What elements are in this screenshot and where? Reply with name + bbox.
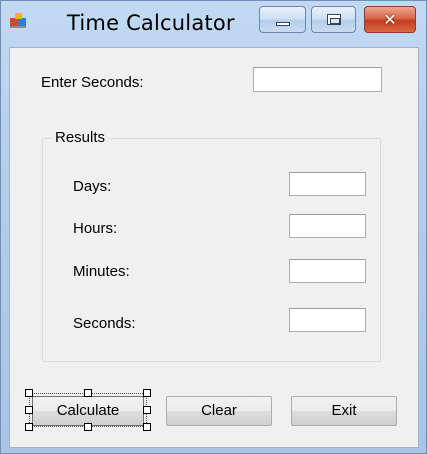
- enter-seconds-input[interactable]: [253, 67, 382, 92]
- calculate-button[interactable]: Calculate: [32, 396, 144, 426]
- close-icon: ✕: [383, 10, 397, 29]
- hours-output[interactable]: [289, 214, 366, 238]
- resize-handle[interactable]: [143, 406, 151, 414]
- hours-label: Hours:: [73, 220, 118, 237]
- resize-handle[interactable]: [84, 423, 92, 431]
- minutes-output[interactable]: [289, 259, 366, 283]
- clear-button[interactable]: Clear: [166, 396, 272, 426]
- exit-button[interactable]: Exit: [291, 396, 397, 426]
- seconds-label: Seconds:: [73, 315, 136, 332]
- days-output[interactable]: [289, 172, 366, 196]
- app-icon[interactable]: [9, 11, 27, 29]
- results-group-title: Results: [52, 129, 109, 146]
- resize-handle[interactable]: [25, 389, 33, 397]
- minimize-icon: [276, 22, 290, 26]
- resize-handle[interactable]: [143, 423, 151, 431]
- days-label: Days:: [73, 178, 112, 195]
- resize-handle[interactable]: [25, 423, 33, 431]
- enter-seconds-label: Enter Seconds:: [41, 74, 144, 91]
- resize-handle[interactable]: [25, 406, 33, 414]
- form-client-area: Enter Seconds: Results Days: Hours: Minu…: [9, 47, 419, 448]
- seconds-output[interactable]: [289, 308, 366, 332]
- app-window: Time Calculator ✕ Enter Seconds: Results…: [0, 0, 427, 454]
- close-button[interactable]: ✕: [364, 6, 416, 33]
- resize-handle[interactable]: [143, 389, 151, 397]
- minimize-button[interactable]: [259, 6, 306, 33]
- minutes-label: Minutes:: [73, 263, 130, 280]
- maximize-icon: [327, 14, 341, 25]
- window-title: Time Calculator: [67, 11, 235, 35]
- maximize-button[interactable]: [311, 6, 356, 33]
- resize-handle[interactable]: [84, 389, 92, 397]
- title-bar[interactable]: Time Calculator ✕: [1, 1, 426, 47]
